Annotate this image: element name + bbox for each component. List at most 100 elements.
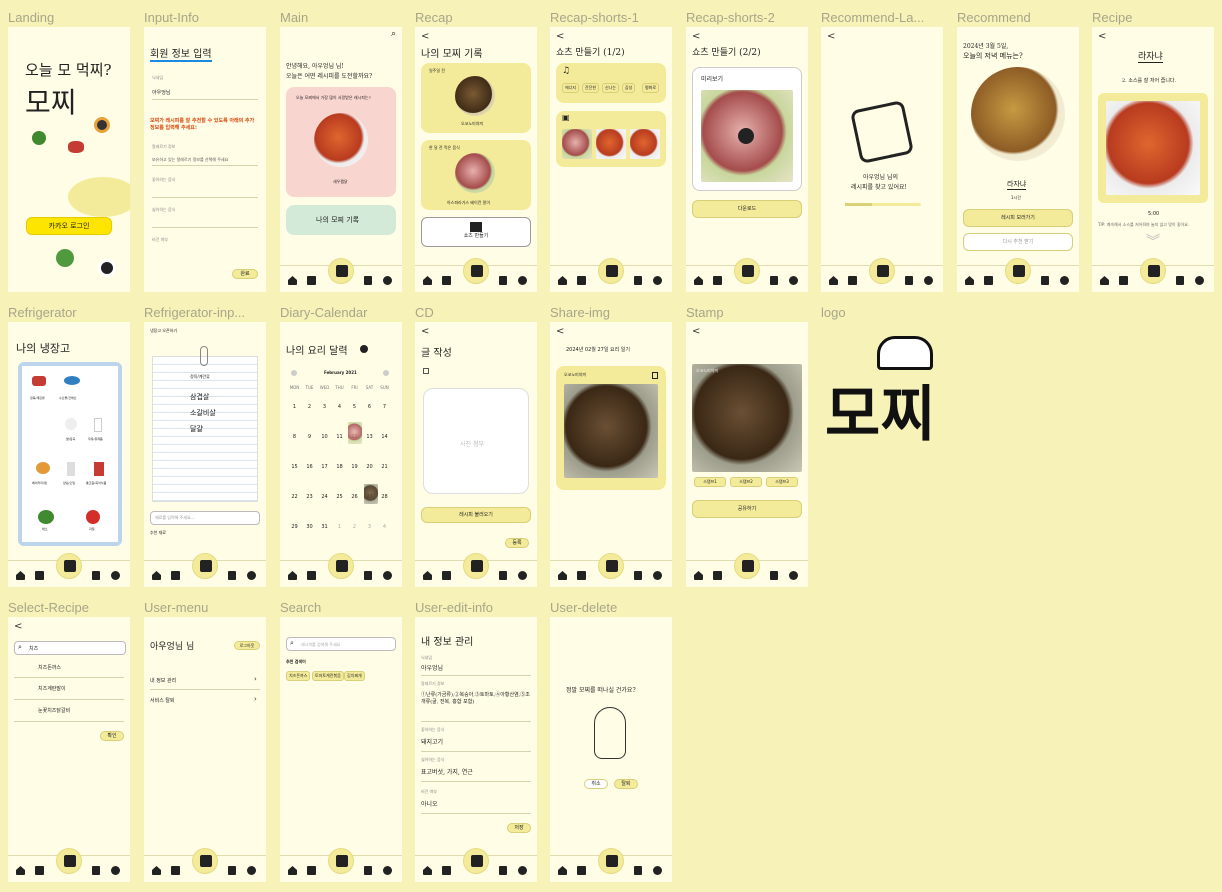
stamp-option[interactable]: 스탬프1 bbox=[694, 477, 726, 487]
user-icon[interactable] bbox=[247, 866, 256, 875]
fridge-icon[interactable] bbox=[307, 276, 316, 285]
back-icon[interactable]: < bbox=[421, 326, 429, 337]
load-recipe-button[interactable]: 레시피 불러오기 bbox=[421, 507, 531, 523]
ingredient-input[interactable]: 재료를 입력해 주세요... bbox=[150, 511, 260, 525]
dislike-food-field[interactable]: 표고버섯, 가지, 연근 bbox=[421, 767, 473, 776]
user-icon[interactable] bbox=[653, 571, 662, 580]
back-icon[interactable]: < bbox=[692, 31, 700, 42]
ingredient-item[interactable]: 삼겹살 bbox=[190, 392, 209, 402]
book-icon[interactable] bbox=[364, 571, 372, 580]
ingredient-item[interactable]: 소갈비살 bbox=[190, 408, 216, 418]
fridge-item[interactable] bbox=[38, 510, 54, 524]
recommend-dice-button[interactable] bbox=[328, 553, 354, 579]
book-icon[interactable] bbox=[634, 571, 642, 580]
book-icon[interactable] bbox=[905, 276, 913, 285]
recommended-keyword[interactable]: 김치찌개 bbox=[344, 671, 365, 681]
user-icon[interactable] bbox=[1060, 276, 1069, 285]
save-button[interactable]: 저장 bbox=[507, 823, 531, 833]
book-icon[interactable] bbox=[499, 276, 507, 285]
user-icon[interactable] bbox=[789, 276, 798, 285]
home-icon[interactable] bbox=[1100, 276, 1109, 285]
home-icon[interactable] bbox=[16, 571, 25, 580]
back-icon[interactable]: < bbox=[692, 326, 700, 337]
diary-entry-thumb[interactable] bbox=[364, 484, 378, 504]
nickname-field[interactable]: 아우엉님 bbox=[421, 663, 443, 672]
home-icon[interactable] bbox=[829, 276, 838, 285]
fridge-icon[interactable] bbox=[984, 276, 993, 285]
book-icon[interactable] bbox=[499, 571, 507, 580]
recipe-search-input[interactable]: ⌕ 치즈 bbox=[14, 641, 126, 655]
home-icon[interactable] bbox=[288, 571, 297, 580]
fridge-item[interactable] bbox=[36, 462, 50, 474]
home-icon[interactable] bbox=[423, 571, 432, 580]
popular-recipe-card[interactable]: 오늘 모찌에서 가장 많이 사랑받은 레시피는? 새우찜닭 bbox=[286, 87, 396, 197]
user-icon[interactable] bbox=[1195, 276, 1204, 285]
result-item[interactable]: 치즈돈까스 bbox=[38, 664, 61, 671]
fridge-icon[interactable] bbox=[713, 571, 722, 580]
fridge-item[interactable] bbox=[32, 376, 46, 386]
shorts-button[interactable]: 쇼츠 만들기 bbox=[421, 217, 531, 247]
home-icon[interactable] bbox=[152, 866, 161, 875]
recommend-dice-button[interactable] bbox=[192, 553, 218, 579]
recommended-keyword[interactable]: 치즈돈까스 bbox=[286, 671, 311, 681]
user-icon[interactable] bbox=[518, 276, 527, 285]
play-icon[interactable] bbox=[738, 128, 754, 144]
recommend-dice-button[interactable] bbox=[192, 848, 218, 874]
recommend-dice-button[interactable] bbox=[56, 848, 82, 874]
user-icon[interactable] bbox=[383, 571, 392, 580]
music-tag[interactable]: 신나는 bbox=[602, 83, 620, 93]
ingredient-item[interactable]: 달걀 bbox=[190, 424, 203, 434]
share-button[interactable]: 공유하기 bbox=[692, 500, 802, 518]
user-icon[interactable] bbox=[789, 571, 798, 580]
recommend-dice-button[interactable] bbox=[463, 258, 489, 284]
done-button[interactable]: 완료 bbox=[232, 269, 258, 279]
photo-upload-area[interactable]: 사진 첨부 bbox=[423, 388, 529, 494]
back-icon[interactable]: < bbox=[827, 31, 835, 42]
stamp-option[interactable]: 스탬프3 bbox=[766, 477, 798, 487]
recommend-dice-button[interactable] bbox=[56, 553, 82, 579]
back-icon[interactable]: < bbox=[421, 31, 429, 42]
home-icon[interactable] bbox=[694, 276, 703, 285]
diary-entry-thumb[interactable] bbox=[348, 422, 362, 444]
fridge-icon[interactable] bbox=[442, 276, 451, 285]
fridge-item[interactable] bbox=[64, 376, 80, 385]
fridge-icon[interactable] bbox=[713, 276, 722, 285]
back-link[interactable]: 냉장고 오픈하기 bbox=[150, 328, 177, 334]
recommend-dice-button[interactable] bbox=[1140, 258, 1166, 284]
download-button[interactable]: 다운로드 bbox=[692, 200, 802, 218]
back-icon[interactable]: < bbox=[14, 621, 22, 632]
menu-item-edit[interactable]: 내 정보 관리 bbox=[150, 677, 176, 684]
recommend-dice-button[interactable] bbox=[463, 553, 489, 579]
fridge-item[interactable] bbox=[94, 418, 102, 432]
book-icon[interactable] bbox=[92, 866, 100, 875]
fridge-icon[interactable] bbox=[35, 866, 44, 875]
chevron-down-icon[interactable]: ︾ bbox=[1146, 235, 1160, 249]
fridge-item[interactable] bbox=[86, 510, 100, 524]
book-icon[interactable] bbox=[1041, 276, 1049, 285]
recap-card-week[interactable]: 일주일 전 오코노미야끼 bbox=[421, 63, 531, 133]
diary-button[interactable]: 나의 모찌 기록 bbox=[286, 205, 396, 235]
fridge-icon[interactable] bbox=[577, 571, 586, 580]
home-icon[interactable] bbox=[694, 571, 703, 580]
user-icon[interactable] bbox=[653, 276, 662, 285]
fridge-item[interactable] bbox=[65, 418, 77, 430]
timer[interactable]: 5:00 bbox=[1148, 211, 1159, 217]
leave-button[interactable]: 탈퇴 bbox=[614, 779, 638, 789]
like-food-field[interactable]: 돼지고기 bbox=[421, 737, 443, 746]
fridge-icon[interactable] bbox=[577, 276, 586, 285]
user-icon[interactable] bbox=[111, 866, 120, 875]
home-icon[interactable] bbox=[558, 866, 567, 875]
user-icon[interactable] bbox=[247, 571, 256, 580]
user-icon[interactable] bbox=[518, 866, 527, 875]
result-item[interactable]: 치즈계란말이 bbox=[38, 685, 66, 692]
fridge-icon[interactable] bbox=[577, 866, 586, 875]
home-icon[interactable] bbox=[423, 276, 432, 285]
back-icon[interactable]: < bbox=[556, 31, 564, 42]
fridge-item[interactable] bbox=[94, 462, 104, 476]
nickname-field[interactable]: 아우엉님 bbox=[152, 89, 170, 96]
book-icon[interactable] bbox=[228, 571, 236, 580]
fridge-icon[interactable] bbox=[171, 866, 180, 875]
fridge-icon[interactable] bbox=[848, 276, 857, 285]
home-icon[interactable] bbox=[16, 866, 25, 875]
book-icon[interactable] bbox=[228, 866, 236, 875]
